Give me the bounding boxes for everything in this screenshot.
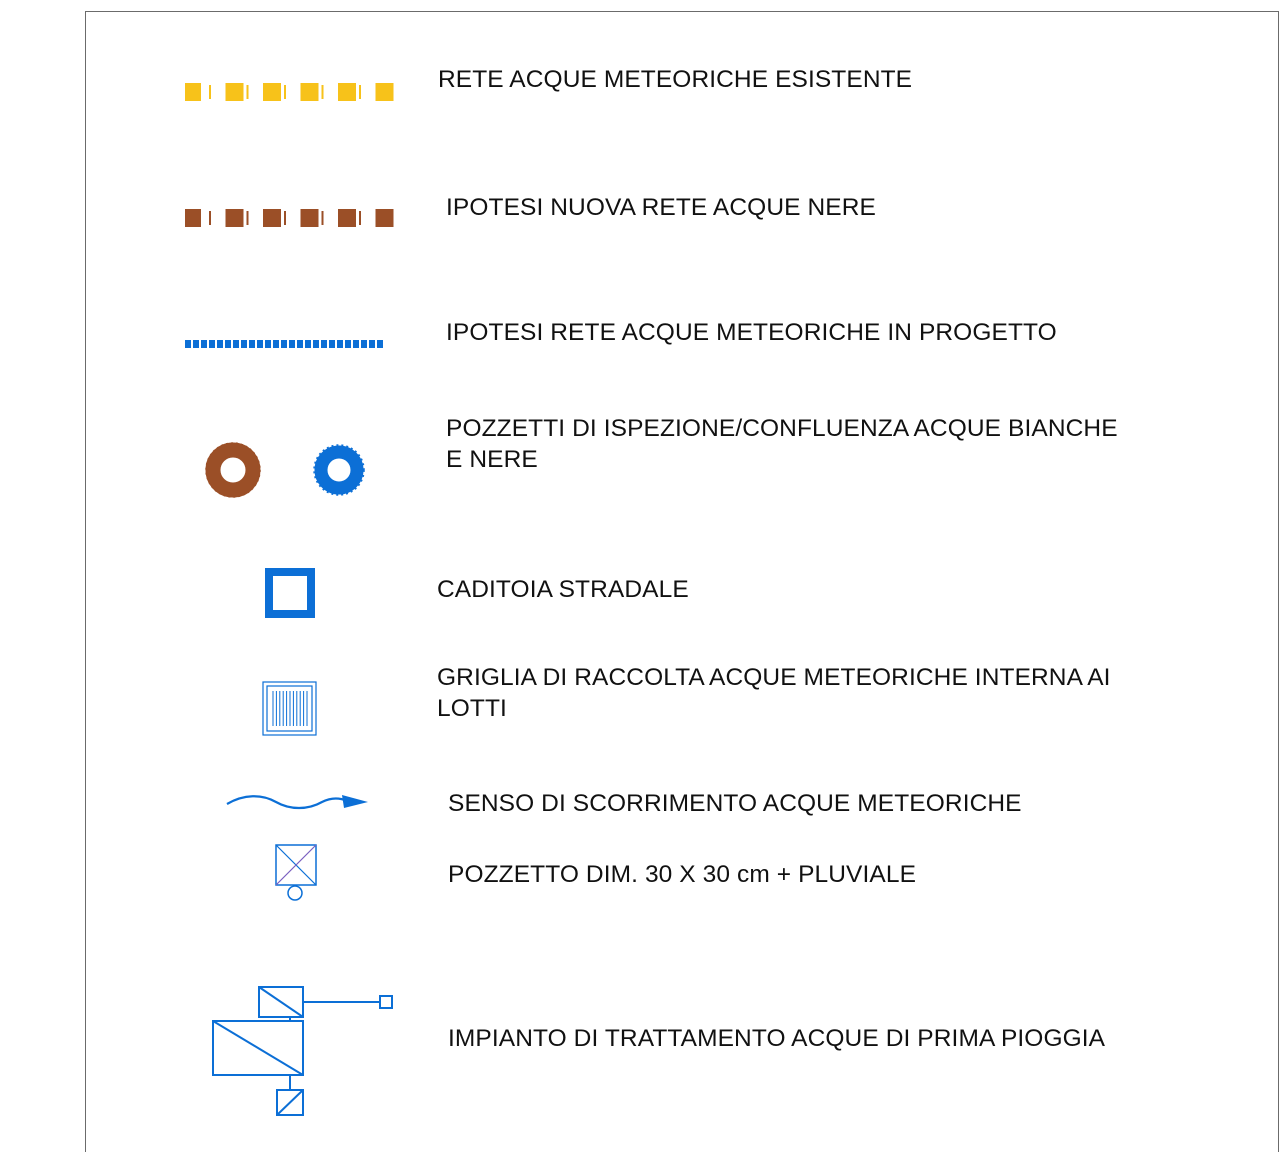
- sewer-manhole-icon: [205, 442, 261, 498]
- legend-label-treatment-plant: IMPIANTO DI TRATTAMENTO ACQUE DI PRIMA P…: [448, 1025, 1106, 1052]
- legend-label-manholes: POZZETTI DI ISPEZIONE/CONFLUENZA ACQUE B…: [446, 415, 1118, 473]
- grate-icon: [262, 681, 317, 736]
- brown-dash-line-icon: [185, 209, 394, 227]
- street-drain-square-icon: [265, 568, 315, 618]
- legend-label-small-pit: POZZETTO DIM. 30 X 30 cm + PLUVIALE: [448, 861, 917, 888]
- yellow-dash-line-icon: [185, 83, 394, 101]
- legend-label-flow-direction: SENSO DI SCORRIMENTO ACQUE METEORICHE: [448, 790, 1022, 817]
- blue-dotted-line-icon: [185, 340, 383, 348]
- manhole-rings-icon: [205, 442, 365, 498]
- first-rain-plant-icon: [212, 986, 393, 1116]
- stormwater-manhole-icon: [313, 444, 365, 496]
- legend-label-street-drain: CADITOIA STRADALE: [437, 576, 689, 603]
- legend-label-project-stormwater: IPOTESI RETE ACQUE METEORICHE IN PROGETT…: [446, 319, 1057, 346]
- small-pit-downpipe-icon: [275, 844, 317, 901]
- wavy-arrow-icon: [226, 795, 368, 810]
- legend-label-existing-stormwater: RETE ACQUE METEORICHE ESISTENTE: [438, 66, 913, 93]
- legend-label-new-sewer: IPOTESI NUOVA RETE ACQUE NERE: [446, 194, 876, 221]
- legend-label-grate: GRIGLIA DI RACCOLTA ACQUE METEORICHE INT…: [437, 664, 1111, 722]
